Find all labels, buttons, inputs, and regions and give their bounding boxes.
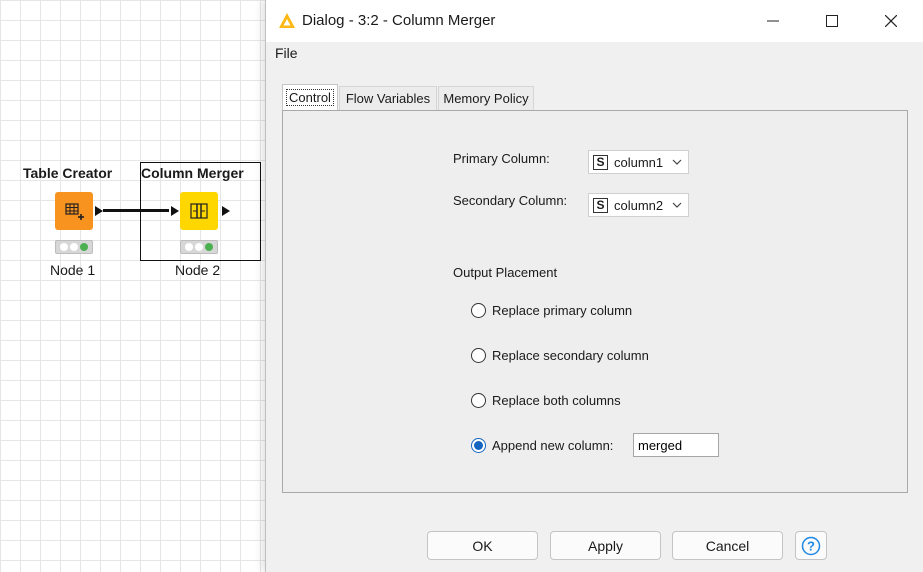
table-creator-status-light bbox=[55, 240, 93, 254]
close-button[interactable] bbox=[862, 0, 920, 42]
dialog-titlebar[interactable]: Dialog - 3:2 - Column Merger bbox=[266, 0, 923, 42]
control-panel: Primary Column: S column1 Secondary Colu… bbox=[282, 110, 908, 493]
menu-bar: File bbox=[266, 42, 923, 66]
radio-replace-primary[interactable]: Replace primary column bbox=[471, 303, 632, 318]
radio-replace-both[interactable]: Replace both columns bbox=[471, 393, 621, 408]
ok-button[interactable]: OK bbox=[427, 531, 538, 560]
radio-replace-primary-label: Replace primary column bbox=[492, 303, 633, 318]
column-merger-output-port[interactable] bbox=[222, 206, 230, 216]
secondary-column-value: column2 bbox=[614, 197, 664, 213]
maximize-button[interactable] bbox=[803, 0, 861, 42]
tab-control-label: Control bbox=[286, 89, 334, 106]
radio-replace-both-label: Replace both columns bbox=[492, 393, 621, 408]
column-merger-status-light bbox=[180, 240, 218, 254]
tab-memory-policy-label: Memory Policy bbox=[443, 91, 529, 106]
radio-button[interactable] bbox=[471, 348, 486, 363]
column-merge-icon bbox=[190, 203, 208, 219]
column-merger-dialog: Dialog - 3:2 - Column Merger File Contro… bbox=[265, 0, 923, 572]
radio-button[interactable] bbox=[471, 303, 486, 318]
table-creator-output-port[interactable] bbox=[95, 206, 103, 216]
new-column-name-input[interactable] bbox=[633, 433, 719, 457]
table-creator-node-icon[interactable] bbox=[55, 192, 93, 230]
string-type-icon: S bbox=[593, 154, 608, 170]
tab-flow-variables-label: Flow Variables bbox=[345, 91, 431, 106]
tab-memory-policy[interactable]: Memory Policy bbox=[438, 86, 534, 110]
secondary-column-label: Secondary Column: bbox=[453, 193, 568, 208]
menu-file[interactable]: File bbox=[275, 45, 298, 61]
secondary-column-select[interactable]: S column2 bbox=[588, 193, 689, 217]
radio-replace-secondary[interactable]: Replace secondary column bbox=[471, 348, 649, 363]
radio-button[interactable] bbox=[471, 393, 486, 408]
column-merger-node-icon[interactable] bbox=[180, 192, 218, 230]
radio-replace-secondary-label: Replace secondary column bbox=[492, 348, 649, 363]
help-icon: ? bbox=[801, 536, 821, 555]
cancel-button[interactable]: Cancel bbox=[672, 531, 783, 560]
node-label-2[interactable]: Node 2 bbox=[175, 262, 220, 278]
dialog-title: Dialog - 3:2 - Column Merger bbox=[302, 12, 496, 29]
help-button[interactable]: ? bbox=[795, 531, 827, 560]
apply-button[interactable]: Apply bbox=[550, 531, 661, 560]
output-placement-label: Output Placement bbox=[453, 265, 558, 280]
primary-column-value: column1 bbox=[614, 154, 664, 170]
knime-logo-icon bbox=[279, 13, 295, 28]
chevron-down-icon bbox=[672, 159, 682, 165]
close-icon bbox=[885, 15, 897, 27]
tab-control[interactable]: Control bbox=[282, 84, 338, 110]
primary-column-select[interactable]: S column1 bbox=[588, 150, 689, 174]
table-grid-icon bbox=[65, 203, 84, 220]
node-title-table-creator: Table Creator bbox=[23, 165, 113, 181]
minimize-button[interactable] bbox=[744, 0, 802, 42]
node-label-1[interactable]: Node 1 bbox=[50, 262, 95, 278]
radio-append-new[interactable]: Append new column: bbox=[471, 438, 613, 453]
radio-append-new-label: Append new column: bbox=[492, 438, 614, 453]
string-type-icon: S bbox=[593, 197, 608, 213]
minimize-icon bbox=[767, 20, 779, 22]
radio-button-selected[interactable] bbox=[471, 438, 486, 453]
chevron-down-icon bbox=[672, 202, 682, 208]
workflow-canvas[interactable]: Table Creator Node 1 Column Merger Node … bbox=[0, 0, 265, 572]
maximize-icon bbox=[826, 15, 838, 27]
node-title-column-merger: Column Merger bbox=[141, 165, 244, 181]
tab-flow-variables[interactable]: Flow Variables bbox=[339, 86, 437, 110]
column-merger-input-port[interactable] bbox=[171, 206, 179, 216]
svg-text:?: ? bbox=[807, 538, 815, 553]
primary-column-label: Primary Column: bbox=[453, 151, 550, 166]
